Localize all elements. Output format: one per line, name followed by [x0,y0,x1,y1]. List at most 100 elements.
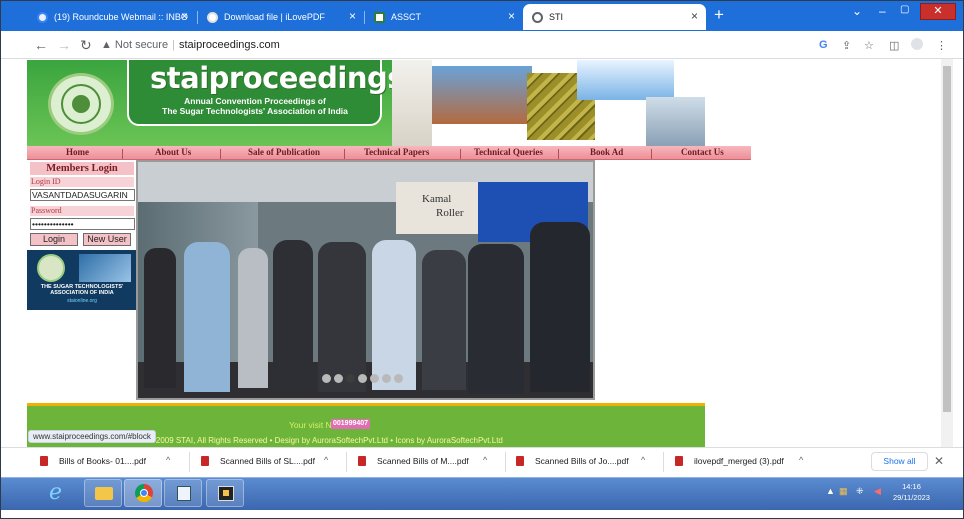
share-icon[interactable]: ⇪ [842,39,851,52]
tray-app-icon[interactable]: ▦ [839,486,848,497]
stai-logo-text: THE SUGAR TECHNOLOGISTS' ASSOCIATION OF … [40,284,124,296]
download-item[interactable]: Scanned Bills of Jo....pdf [516,456,629,466]
tab-sti[interactable]: STI × [523,4,706,30]
chevron-up-icon[interactable]: ^ [641,455,645,465]
stai-montage [79,254,131,282]
slide-dot[interactable] [322,374,331,383]
pdf-icon [516,456,524,466]
close-icon[interactable]: × [508,10,515,22]
chevron-up-icon[interactable]: ^ [166,455,170,465]
nav-technical-queries[interactable]: Technical Queries [474,147,543,157]
globe-icon [532,11,543,23]
new-tab-button[interactable]: + [714,6,724,23]
person [238,248,268,388]
download-item[interactable]: Scanned Bills of SL....pdf [201,456,315,466]
download-item[interactable]: Bills of Books- 01....pdf [40,456,146,466]
url-text: staiproceedings.com [178,39,280,51]
tagline-line1: Annual Convention Proceedings of [184,96,326,106]
maximize-button[interactable]: ▢ [900,4,909,15]
person [530,222,590,392]
person [273,240,313,390]
star-icon[interactable]: ☆ [864,39,874,52]
folder-icon[interactable] [84,479,122,507]
slide-dot[interactable] [358,374,367,383]
visit-counter: 001999407 [331,419,371,429]
nav-separator [460,149,461,159]
reload-icon[interactable]: ↻ [80,38,92,52]
tab-ilovepdf[interactable]: Download file | iLovePDF × [198,4,364,30]
show-all-button[interactable]: Show all [871,452,928,471]
chevron-up-icon[interactable]: ^ [483,455,487,465]
notepad-icon[interactable] [164,479,202,507]
download-item[interactable]: Scanned Bills of M....pdf [358,456,469,466]
tab-search-icon[interactable]: ⌄ [852,4,862,18]
logo-center [72,95,90,113]
slide-dot[interactable] [394,374,403,383]
powerline-image [646,97,705,146]
chevron-up-icon[interactable]: ^ [324,455,328,465]
slide-dot[interactable] [382,374,391,383]
login-id-label: Login ID [30,177,134,187]
tab-assct[interactable]: ASSCT × [365,4,523,30]
forward-icon[interactable]: → [57,38,71,52]
address-bar[interactable]: ▲ Not secure | staiproceedings.com [101,39,280,51]
download-item[interactable]: ilovepdf_merged (3).pdf [675,456,784,466]
nav-technical-papers[interactable]: Technical Papers [364,147,429,157]
person [372,240,416,390]
pdf-icon [675,456,683,466]
person [318,242,366,392]
pdf-icon [358,456,366,466]
slide-dot-active[interactable] [346,374,355,383]
nav-book-ad[interactable]: Book Ad [590,147,623,157]
back-icon[interactable]: ← [34,38,48,52]
factory-image [432,66,532,124]
stai-logo-banner[interactable]: THE SUGAR TECHNOLOGISTS' ASSOCIATION OF … [27,250,137,310]
kamal-roller-sign: Kamal Roller [396,182,480,234]
download-separator [346,452,347,472]
profile-icon[interactable] [911,38,923,50]
new-user-button[interactable]: New User [83,233,131,246]
login-button[interactable]: Login [30,233,78,246]
brand-tagline: Annual Convention Proceedings of The Sug… [135,96,375,116]
sidepanel-icon[interactable]: ◫ [889,39,899,52]
login-id-input[interactable]: VASANTDADASUGARIN [30,189,135,201]
volume-muted-icon[interactable]: ◀ [874,486,881,497]
person [468,244,524,394]
app-icon[interactable] [206,479,244,507]
nav-contact-us[interactable]: Contact Us [681,147,724,157]
security-label: Not secure [114,39,169,51]
divider: | [172,39,175,51]
google-icon[interactable]: G [819,39,828,51]
nav-home[interactable]: Home [66,147,89,157]
tab-roundcube[interactable]: (19) Roundcube Webmail :: INBO × [28,4,196,30]
stai-emblem [37,254,65,282]
members-login-panel: Members Login Login ID VASANTDADASUGARIN… [27,161,137,250]
nav-sale-of-publication[interactable]: Sale of Publication [248,147,320,157]
minimize-button[interactable]: – [879,4,886,18]
clock-time: 14:16 [902,482,921,491]
slide-dot[interactable] [370,374,379,383]
nav-about-us[interactable]: About Us [155,147,191,157]
sign-line1: Kamal [422,193,452,205]
tab-title: Download file | iLovePDF [224,12,325,22]
close-icon[interactable]: × [181,10,188,22]
chrome-taskbar-icon[interactable] [124,479,162,507]
nav-separator [220,149,221,159]
slide-dot[interactable] [334,374,343,383]
network-icon[interactable]: ⁜ [856,486,864,497]
scrollbar-thumb[interactable] [943,66,951,412]
menu-icon[interactable]: ⋮ [936,39,947,52]
sign-line2: Roller [436,207,464,219]
tray-expand-icon[interactable]: ▲ [826,486,835,496]
close-icon[interactable]: × [349,10,356,22]
person [184,242,230,392]
ie-icon[interactable]: e [40,479,78,507]
slideshow[interactable]: Kamal Roller [136,160,595,400]
system-clock[interactable]: 14:16 29/11/2023 [893,481,930,503]
window-close-button[interactable]: ✕ [920,3,956,20]
slide-indicators[interactable] [322,374,403,383]
password-input[interactable]: •••••••••••••• [30,218,135,230]
close-icon[interactable]: × [691,10,698,22]
close-icon[interactable]: ✕ [934,454,944,468]
chevron-up-icon[interactable]: ^ [799,455,803,465]
